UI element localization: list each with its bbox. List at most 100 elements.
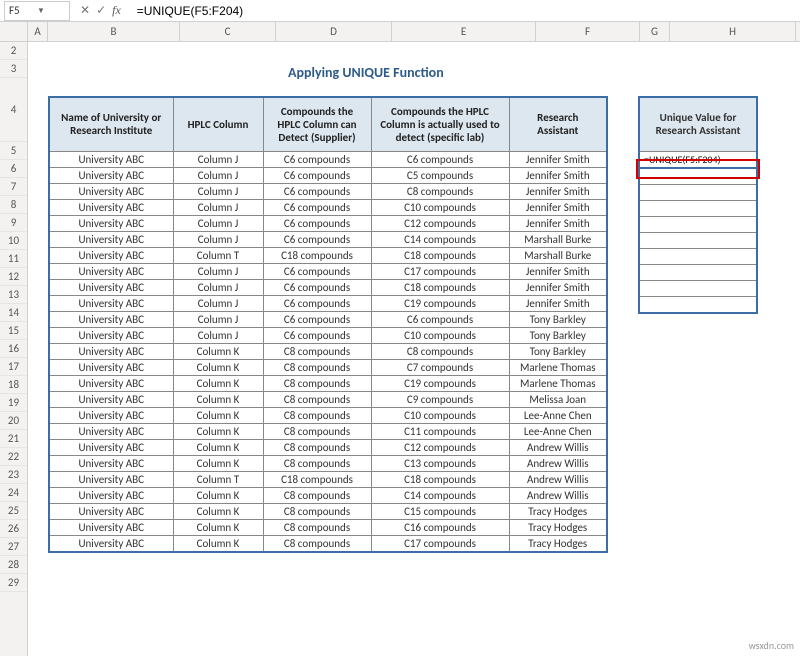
cell[interactable]: University ABC: [49, 167, 173, 183]
cell[interactable]: University ABC: [49, 183, 173, 199]
cell[interactable]: University ABC: [49, 279, 173, 295]
cell[interactable]: C8 compounds: [263, 519, 371, 535]
table-row[interactable]: University ABCColumn KC8 compoundsC7 com…: [49, 359, 607, 375]
row-header-8[interactable]: 8: [0, 196, 27, 214]
cell[interactable]: C8 compounds: [263, 423, 371, 439]
cell[interactable]: Column J: [173, 199, 263, 215]
cell[interactable]: Column J: [173, 167, 263, 183]
col-header-c[interactable]: C: [180, 22, 276, 41]
unique-cell[interactable]: [639, 296, 757, 313]
cell[interactable]: Jennifer Smith: [509, 295, 607, 311]
cell[interactable]: Andrew Willis: [509, 455, 607, 471]
table-row[interactable]: University ABCColumn KC8 compoundsC19 co…: [49, 375, 607, 391]
cell[interactable]: University ABC: [49, 247, 173, 263]
cell[interactable]: C19 compounds: [371, 375, 509, 391]
cell[interactable]: University ABC: [49, 519, 173, 535]
table-row[interactable]: University ABCColumn JC6 compoundsC12 co…: [49, 215, 607, 231]
cell[interactable]: C8 compounds: [263, 407, 371, 423]
cell[interactable]: C10 compounds: [371, 327, 509, 343]
enter-icon[interactable]: ✓: [96, 3, 106, 18]
table-row[interactable]: University ABCColumn JC6 compoundsC19 co…: [49, 295, 607, 311]
row-header-6[interactable]: 6: [0, 160, 27, 178]
cell[interactable]: Column T: [173, 247, 263, 263]
cell[interactable]: University ABC: [49, 535, 173, 552]
cell[interactable]: University ABC: [49, 263, 173, 279]
cell[interactable]: Column K: [173, 503, 263, 519]
row-header-7[interactable]: 7: [0, 178, 27, 196]
table-row[interactable]: University ABCColumn JC6 compoundsC6 com…: [49, 311, 607, 327]
cell[interactable]: Jennifer Smith: [509, 167, 607, 183]
row-header-18[interactable]: 18: [0, 376, 27, 394]
row-header-28[interactable]: 28: [0, 556, 27, 574]
cell[interactable]: Column K: [173, 359, 263, 375]
table-row[interactable]: University ABCColumn KC8 compoundsC14 co…: [49, 487, 607, 503]
cell[interactable]: Marshall Burke: [509, 247, 607, 263]
cell[interactable]: C18 compounds: [371, 471, 509, 487]
cell[interactable]: Marlene Thomas: [509, 359, 607, 375]
row-header-11[interactable]: 11: [0, 250, 27, 268]
row-header-26[interactable]: 26: [0, 520, 27, 538]
row-header-14[interactable]: 14: [0, 304, 27, 322]
cell[interactable]: Jennifer Smith: [509, 199, 607, 215]
unique-cell[interactable]: [639, 280, 757, 296]
row-header-17[interactable]: 17: [0, 358, 27, 376]
cell[interactable]: C8 compounds: [263, 359, 371, 375]
cell[interactable]: Andrew Willis: [509, 487, 607, 503]
cell[interactable]: Column K: [173, 519, 263, 535]
table-row[interactable]: University ABCColumn KC8 compoundsC11 co…: [49, 423, 607, 439]
unique-cell[interactable]: [639, 184, 757, 200]
cell[interactable]: Column K: [173, 455, 263, 471]
cell[interactable]: C14 compounds: [371, 231, 509, 247]
cell[interactable]: University ABC: [49, 423, 173, 439]
cell[interactable]: Column T: [173, 471, 263, 487]
cancel-icon[interactable]: ✕: [80, 3, 90, 18]
cell[interactable]: C7 compounds: [371, 359, 509, 375]
table-row[interactable]: University ABCColumn KC8 compoundsC17 co…: [49, 535, 607, 552]
cell[interactable]: Column K: [173, 535, 263, 552]
cell[interactable]: C8 compounds: [263, 455, 371, 471]
cell[interactable]: C17 compounds: [371, 535, 509, 552]
cell[interactable]: Column J: [173, 183, 263, 199]
cell[interactable]: Column K: [173, 375, 263, 391]
cell[interactable]: Column J: [173, 215, 263, 231]
cell[interactable]: C18 compounds: [371, 247, 509, 263]
cell[interactable]: Jennifer Smith: [509, 183, 607, 199]
cell[interactable]: C6 compounds: [263, 231, 371, 247]
table-row[interactable]: University ABCColumn KC8 compoundsC13 co…: [49, 455, 607, 471]
cell[interactable]: C6 compounds: [263, 327, 371, 343]
cell[interactable]: C11 compounds: [371, 423, 509, 439]
cell[interactable]: University ABC: [49, 487, 173, 503]
cell[interactable]: C8 compounds: [263, 503, 371, 519]
unique-cell[interactable]: [639, 168, 757, 185]
cell[interactable]: C8 compounds: [371, 343, 509, 359]
cell[interactable]: Marshall Burke: [509, 231, 607, 247]
cell[interactable]: Column K: [173, 391, 263, 407]
cell[interactable]: C6 compounds: [371, 311, 509, 327]
cell[interactable]: Jennifer Smith: [509, 279, 607, 295]
row-header-3[interactable]: 3: [0, 60, 27, 78]
cell[interactable]: Column J: [173, 311, 263, 327]
cell[interactable]: Column K: [173, 423, 263, 439]
cell[interactable]: C6 compounds: [263, 151, 371, 167]
cell[interactable]: Tracy Hodges: [509, 503, 607, 519]
table-row[interactable]: University ABCColumn JC6 compoundsC10 co…: [49, 327, 607, 343]
cell[interactable]: C8 compounds: [263, 439, 371, 455]
cell[interactable]: Column K: [173, 487, 263, 503]
table-row[interactable]: University ABCColumn KC8 compoundsC9 com…: [49, 391, 607, 407]
cell[interactable]: University ABC: [49, 151, 173, 167]
cell[interactable]: University ABC: [49, 231, 173, 247]
cell[interactable]: University ABC: [49, 439, 173, 455]
cell[interactable]: Column K: [173, 439, 263, 455]
cell[interactable]: University ABC: [49, 359, 173, 375]
cell[interactable]: C16 compounds: [371, 519, 509, 535]
table-row[interactable]: University ABCColumn JC6 compoundsC5 com…: [49, 167, 607, 183]
cell[interactable]: University ABC: [49, 343, 173, 359]
row-header-5[interactable]: 5: [0, 142, 27, 160]
col-header-g[interactable]: G: [640, 22, 670, 41]
cell[interactable]: Column J: [173, 327, 263, 343]
unique-cell[interactable]: [639, 200, 757, 216]
unique-cell[interactable]: [639, 248, 757, 264]
cell[interactable]: Tony Barkley: [509, 327, 607, 343]
table-row[interactable]: University ABCColumn JC6 compoundsC14 co…: [49, 231, 607, 247]
select-all-corner[interactable]: [0, 22, 28, 41]
